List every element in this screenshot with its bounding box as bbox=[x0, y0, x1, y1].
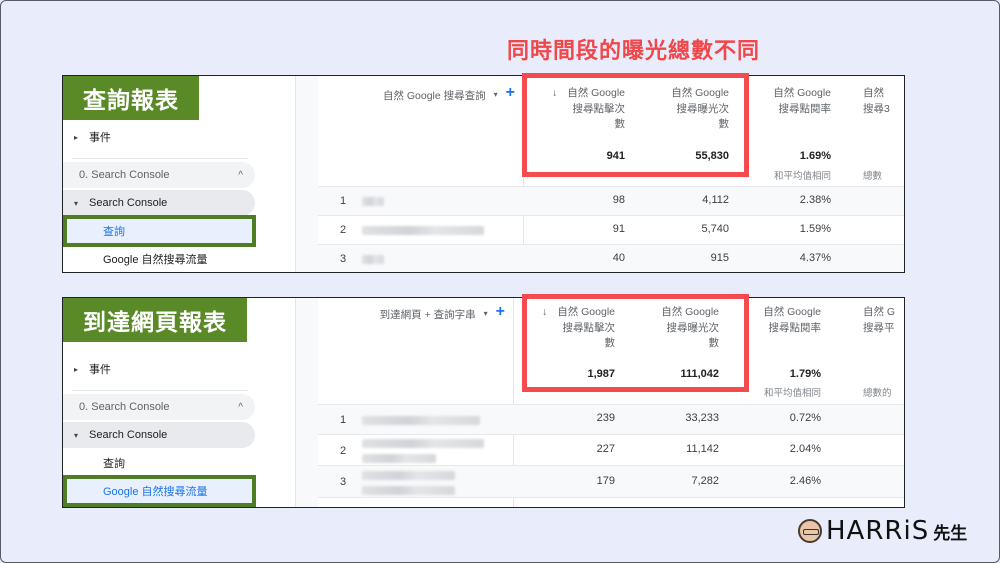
cell-clicks: 227 bbox=[596, 443, 615, 455]
sidebar: 到達網頁報表 ▸ 事件 0. Search Console ^ ▾ Search… bbox=[63, 298, 295, 507]
cell-clicks: 40 bbox=[612, 252, 625, 264]
column-header-position[interactable]: 自然 搜尋3 bbox=[863, 86, 904, 117]
column-header-ctr[interactable]: 自然 Google 搜尋點閱率 bbox=[723, 305, 821, 336]
column-header-ctr[interactable]: 自然 Google 搜尋點閱率 bbox=[733, 86, 831, 117]
cell-clicks: 239 bbox=[596, 412, 615, 424]
total-ctr: 1.79% bbox=[789, 368, 821, 380]
cell-clicks: 91 bbox=[612, 223, 625, 235]
brand-logo: HARRiS 先生 bbox=[798, 516, 967, 546]
table-row[interactable] bbox=[318, 497, 904, 507]
total-clicks: 1,987 bbox=[587, 368, 615, 380]
column-header-position[interactable]: 自然 G 搜尋平 bbox=[863, 305, 904, 336]
dimension-header[interactable]: 到達網頁 + 查詢字串 ▾ + bbox=[318, 298, 513, 408]
cell-impressions: 33,233 bbox=[685, 412, 719, 424]
total-impressions: 111,042 bbox=[680, 368, 719, 380]
report-badge: 查詢報表 bbox=[63, 76, 199, 120]
active-item-highlight bbox=[63, 475, 256, 507]
cell-ctr: 1.59% bbox=[799, 223, 831, 235]
divider bbox=[73, 158, 248, 159]
active-item-highlight bbox=[63, 215, 256, 247]
cell-ctr: 2.04% bbox=[789, 443, 821, 455]
sidebar: 查詢報表 ▸ 事件 0. Search Console ^ ▾ Search C… bbox=[63, 76, 295, 272]
ctr-comparison: 和平均值相同 bbox=[773, 171, 831, 182]
redacted-url bbox=[362, 471, 455, 480]
sort-down-icon: ↓ bbox=[541, 306, 548, 318]
dropdown-icon[interactable]: ▾ bbox=[494, 88, 498, 186]
column-header-impressions[interactable]: 自然 Google 搜尋曝光次 數 bbox=[633, 86, 729, 133]
sidebar-group-search-console[interactable]: 0. Search Console ^ bbox=[63, 162, 255, 188]
total-impressions: 55,830 bbox=[695, 150, 729, 162]
cell-clicks: 98 bbox=[612, 194, 625, 206]
position-comparison: 總數 bbox=[863, 171, 883, 182]
redacted-url bbox=[362, 454, 436, 463]
dimension-header[interactable]: 自然 Google 搜尋查詢 ▾ + bbox=[318, 76, 523, 186]
landing-page-report-panel: 到達網頁報表 ▸ 事件 0. Search Console ^ ▾ Search… bbox=[62, 297, 905, 508]
cell-impressions: 11,142 bbox=[686, 443, 719, 455]
column-header-clicks[interactable]: ↓ 自然 Google 搜尋點擊次 數 bbox=[525, 86, 625, 133]
annotation-headline: 同時間段的曝光總數不同 bbox=[507, 38, 761, 63]
total-clicks: 941 bbox=[606, 150, 625, 162]
cell-clicks: 179 bbox=[596, 475, 615, 487]
sidebar-item-events[interactable]: ▸ 事件 bbox=[63, 123, 111, 151]
column-header-impressions[interactable]: 自然 Google 搜尋曝光次 數 bbox=[623, 305, 719, 352]
redacted-url bbox=[362, 439, 484, 448]
divider bbox=[73, 390, 248, 391]
expand-icon: ▸ bbox=[73, 364, 78, 374]
redacted-url bbox=[362, 416, 480, 425]
redacted-query bbox=[362, 197, 384, 206]
total-ctr: 1.69% bbox=[799, 150, 831, 162]
avatar-icon bbox=[798, 519, 822, 543]
collapse-icon: ▾ bbox=[73, 198, 78, 208]
sidebar-item-queries[interactable]: 查詢 bbox=[63, 450, 255, 476]
chevron-up-icon[interactable]: ^ bbox=[238, 402, 243, 413]
cell-ctr: 0.72% bbox=[789, 412, 821, 424]
add-dimension-icon[interactable]: + bbox=[506, 84, 515, 186]
dropdown-icon[interactable]: ▾ bbox=[484, 307, 488, 408]
cell-impressions: 5,740 bbox=[701, 223, 729, 235]
redacted-query bbox=[362, 255, 384, 264]
sidebar-item-events[interactable]: ▸ 事件 bbox=[63, 355, 111, 383]
chevron-up-icon[interactable]: ^ bbox=[238, 170, 243, 181]
sidebar-group-search-console[interactable]: 0. Search Console ^ bbox=[63, 394, 255, 420]
cell-impressions: 915 bbox=[710, 252, 729, 264]
sidebar-sub-search-console[interactable]: ▾ Search Console bbox=[63, 190, 255, 216]
cell-impressions: 4,112 bbox=[702, 194, 729, 206]
sort-down-icon: ↓ bbox=[551, 87, 558, 99]
cell-impressions: 7,282 bbox=[691, 475, 719, 487]
cell-ctr: 4.37% bbox=[799, 252, 831, 264]
sidebar-sub-search-console[interactable]: ▾ Search Console bbox=[63, 422, 255, 448]
report-badge: 到達網頁報表 bbox=[63, 298, 247, 342]
cell-ctr: 2.46% bbox=[789, 475, 821, 487]
expand-icon: ▸ bbox=[73, 132, 78, 142]
add-dimension-icon[interactable]: + bbox=[496, 303, 505, 408]
cell-ctr: 2.38% bbox=[799, 194, 831, 206]
redacted-url bbox=[362, 486, 455, 495]
column-header-clicks[interactable]: ↓ 自然 Google 搜尋點擊次 數 bbox=[515, 305, 615, 352]
collapse-icon: ▾ bbox=[73, 430, 78, 440]
sidebar-item-organic-traffic[interactable]: Google 自然搜尋流量 bbox=[63, 246, 255, 272]
ctr-comparison: 和平均值相同 bbox=[763, 388, 821, 399]
redacted-query bbox=[362, 226, 484, 235]
query-report-panel: 查詢報表 ▸ 事件 0. Search Console ^ ▾ Search C… bbox=[62, 75, 905, 273]
position-comparison: 總數的 bbox=[863, 388, 892, 399]
